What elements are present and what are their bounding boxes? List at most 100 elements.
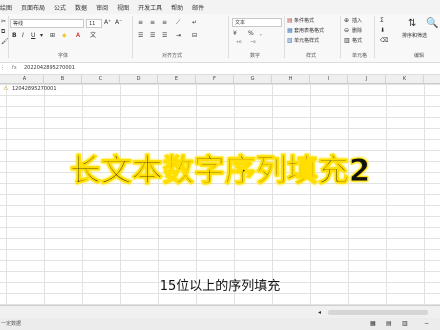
sheet-tab-bar: ◂ — [0, 305, 440, 319]
align-right-icon[interactable]: ☰ — [162, 32, 167, 40]
align-center-icon[interactable]: ☰ — [150, 32, 155, 40]
spreadsheet-app: 绘图 页面布局 公式 数据 审阅 视图 开发工具 帮助 邮件 ✂ ⧉ 🖌 等线 … — [0, 0, 440, 330]
thousands-button[interactable]: , — [260, 30, 262, 38]
decrease-decimal-icon[interactable]: ⁻⁰ — [250, 40, 256, 48]
menu-review[interactable]: 审阅 — [96, 3, 108, 12]
bold-button[interactable]: B — [12, 32, 17, 40]
font-color-icon[interactable]: A — [76, 32, 80, 40]
clear-icon[interactable]: ⌫ — [380, 37, 388, 45]
column-header[interactable]: H — [272, 75, 310, 83]
currency-icon[interactable]: ¥ — [233, 30, 237, 38]
orientation-icon[interactable]: ⟋ — [176, 19, 180, 27]
ribbon: ✂ ⧉ 🖌 等线 11 A⁺ A⁻ B I U ▾ ⊞ ◈ A 文 字体 ≡ ≡… — [0, 14, 440, 63]
formula-input[interactable]: 202204289527000​1 — [24, 64, 75, 73]
column-header-row: A B C D E F G H I J K — [0, 75, 440, 84]
merge-center-icon[interactable]: ⊟ — [192, 32, 197, 40]
column-header[interactable]: D — [120, 75, 158, 83]
phonetic-icon[interactable]: 文 — [90, 32, 96, 40]
percent-button[interactable]: % — [248, 30, 254, 38]
formula-bar: ⋮ fx 202204289527000​1 — [0, 63, 440, 75]
format-icon[interactable]: ▥ — [344, 37, 350, 45]
status-text: 一定数据 — [1, 321, 22, 327]
conditional-format-icon[interactable]: ▤ — [287, 17, 293, 25]
column-header[interactable]: A — [6, 75, 44, 83]
conditional-format-button[interactable]: 条件格式 — [294, 17, 314, 25]
sort-filter-icon[interactable]: ⇅ — [408, 18, 416, 30]
insert-icon[interactable]: ⊕ — [344, 17, 349, 25]
font-name-select[interactable]: 等线 — [10, 19, 84, 28]
page-layout-view-icon[interactable]: ▤ — [386, 320, 392, 328]
fill-icon[interactable]: ⬇ — [380, 27, 385, 35]
fill-color-icon[interactable]: ◈ — [62, 32, 67, 40]
wrap-text-icon[interactable]: ↵ — [192, 19, 197, 27]
column-header[interactable]: I — [310, 75, 348, 83]
cells-group-label: 单元格 — [352, 53, 368, 59]
number-group-label: 数字 — [250, 53, 261, 59]
menu-developer[interactable]: 开发工具 — [138, 3, 162, 12]
indent-icon[interactable]: ⇥ — [176, 32, 181, 40]
separator — [228, 16, 229, 58]
align-left-icon[interactable]: ☰ — [138, 32, 143, 40]
align-bottom-icon[interactable]: ≡ — [162, 19, 167, 27]
zoom-out-icon[interactable]: − — [424, 320, 429, 328]
column-header[interactable]: E — [158, 75, 196, 83]
copy-icon[interactable]: ⧉ — [1, 28, 5, 36]
menu-page-layout[interactable]: 页面布局 — [21, 3, 45, 12]
name-box-dropdown-icon[interactable]: ⋮ — [0, 64, 10, 73]
autosum-icon[interactable]: Σ — [380, 17, 384, 25]
column-header[interactable]: J — [348, 75, 386, 83]
style-group-label: 样式 — [306, 53, 317, 59]
sort-filter-button[interactable]: 排序和筛选 — [402, 32, 427, 40]
decrease-font-icon[interactable]: A⁻ — [115, 19, 122, 27]
italic-button[interactable]: I — [22, 32, 24, 40]
number-format-select[interactable]: 文本 — [232, 18, 282, 27]
page-break-view-icon[interactable]: ▥ — [402, 320, 408, 328]
menu-view[interactable]: 视图 — [117, 3, 129, 12]
delete-icon[interactable]: ⊖ — [344, 27, 349, 35]
menu-formulas[interactable]: 公式 — [54, 3, 66, 12]
alignment-group-label: 对齐方式 — [162, 53, 183, 59]
status-bar: 一定数据 ▦ ▤ ▥ − — [0, 318, 440, 330]
separator — [8, 16, 9, 58]
font-group-label: 字体 — [58, 53, 69, 59]
menu-mail[interactable]: 邮件 — [192, 3, 204, 12]
column-header[interactable]: F — [196, 75, 234, 83]
border-icon[interactable]: ⊞ — [50, 32, 55, 40]
table-format-button[interactable]: 套用表格格式 — [294, 27, 324, 35]
menu-data[interactable]: 数据 — [75, 3, 87, 12]
insert-function-button[interactable]: fx — [12, 64, 17, 73]
cut-icon[interactable]: ✂ — [1, 18, 6, 26]
column-header[interactable]: C — [82, 75, 120, 83]
menu-bar: 绘图 页面布局 公式 数据 审阅 视图 开发工具 帮助 邮件 — [0, 0, 440, 14]
increase-decimal-icon[interactable]: ⁺⁰ — [236, 40, 242, 48]
scroll-left-icon[interactable]: ◂ — [318, 309, 321, 317]
overlay-subtitle: 15位以上的序列填充 — [159, 279, 281, 294]
find-select-icon[interactable]: 🔍 — [426, 18, 438, 30]
delete-button[interactable]: 删除 — [352, 27, 362, 35]
cell-a1[interactable]: 12042895270001 — [6, 84, 66, 94]
column-header[interactable]: B — [44, 75, 82, 83]
column-header[interactable]: K — [386, 75, 424, 83]
chevron-down-icon[interactable]: ▾ — [40, 32, 43, 40]
underline-button[interactable]: U — [31, 32, 35, 40]
menu-draw[interactable]: 绘图 — [0, 3, 12, 12]
align-top-icon[interactable]: ≡ — [138, 19, 143, 27]
cell-style-button[interactable]: 单元格样式 — [294, 37, 319, 45]
cell-style-icon[interactable]: ▧ — [287, 37, 293, 45]
separator — [284, 16, 285, 58]
separator — [374, 16, 375, 58]
increase-font-icon[interactable]: A⁺ — [104, 19, 111, 27]
table-format-icon[interactable]: ▦ — [287, 27, 293, 35]
column-header[interactable]: G — [234, 75, 272, 83]
separator — [132, 16, 133, 58]
editing-group-label: 编辑 — [414, 53, 425, 59]
font-size-select[interactable]: 11 — [86, 19, 102, 28]
align-middle-icon[interactable]: ≡ — [150, 19, 155, 27]
menu-help[interactable]: 帮助 — [171, 3, 183, 12]
insert-button[interactable]: 插入 — [352, 17, 362, 25]
separator — [340, 16, 341, 58]
format-button[interactable]: 格式 — [352, 37, 362, 45]
cell-a1-value: 12042895270001 — [12, 86, 57, 92]
horizontal-scrollbar[interactable] — [328, 310, 428, 315]
normal-view-icon[interactable]: ▦ — [370, 320, 376, 328]
